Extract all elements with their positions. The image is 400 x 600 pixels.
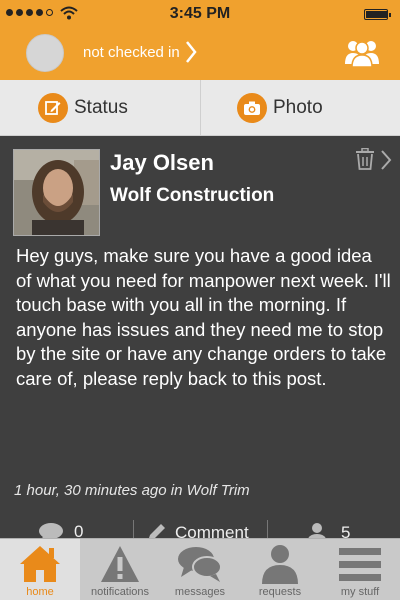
app-header: not checked in [0,28,400,80]
divider [133,520,134,538]
status-button[interactable]: Status [38,80,128,136]
comments-count-value: 0 [74,522,84,538]
post-meta: 1 hour, 30 minutes ago in Wolf Trim [14,482,250,499]
comment-bubble-icon [39,523,63,538]
user-avatar[interactable] [26,34,64,72]
photo-button-label: Photo [273,97,323,118]
comment-button[interactable]: Comment [145,522,249,538]
bottom-tab-bar: home notifications messages requests my … [0,538,400,600]
people-count-value: 5 [341,523,351,538]
home-icon [20,546,60,582]
menu-icon [339,548,381,581]
tab-home[interactable]: home [0,539,80,600]
post-stats-row: 0 Comment 5 [0,518,400,538]
people-count[interactable]: 5 [305,522,350,538]
trash-icon[interactable] [355,148,375,170]
chat-bubbles-icon [178,547,222,582]
post-body: Hey guys, make sure you have a good idea… [16,245,391,389]
status-time: 3:45 PM [169,5,231,22]
feed-post: Jay Olsen Wolf Construction Hey guys, ma… [0,136,400,538]
pencil-icon [149,524,165,538]
battery-icon [364,9,391,20]
compose-action-bar: Status Photo [0,80,400,136]
post-author-name[interactable]: Jay Olsen [110,150,214,176]
divider [200,80,201,136]
tab-notifications[interactable]: notifications [80,539,160,600]
divider [267,520,268,538]
person-icon [262,545,298,584]
chevron-right-icon[interactable] [380,149,392,171]
person-icon [308,523,326,538]
edit-icon [38,93,68,123]
checkin-status-link[interactable]: not checked in [83,44,180,61]
chevron-right-icon[interactable] [185,40,197,64]
post-company-name[interactable]: Wolf Construction [110,185,274,207]
tab-requests-label: requests [258,586,302,598]
tab-my-stuff-label: my stuff [340,586,380,598]
tab-home-label: home [26,586,54,598]
tab-messages[interactable]: messages [160,539,240,600]
author-photo[interactable] [13,149,100,236]
group-icon[interactable] [344,36,380,68]
tab-messages-label: messages [174,586,226,598]
camera-icon [237,93,267,123]
status-bar: 3:45 PM [0,0,400,28]
tab-requests[interactable]: requests [240,539,320,600]
warning-icon [101,546,139,582]
comments-count[interactable]: 0 [38,522,83,538]
tab-my-stuff[interactable]: my stuff [320,539,400,600]
tab-notifications-label: notifications [90,586,150,598]
status-button-label: Status [74,97,128,118]
comment-button-label: Comment [175,523,249,538]
photo-button[interactable]: Photo [237,80,323,136]
